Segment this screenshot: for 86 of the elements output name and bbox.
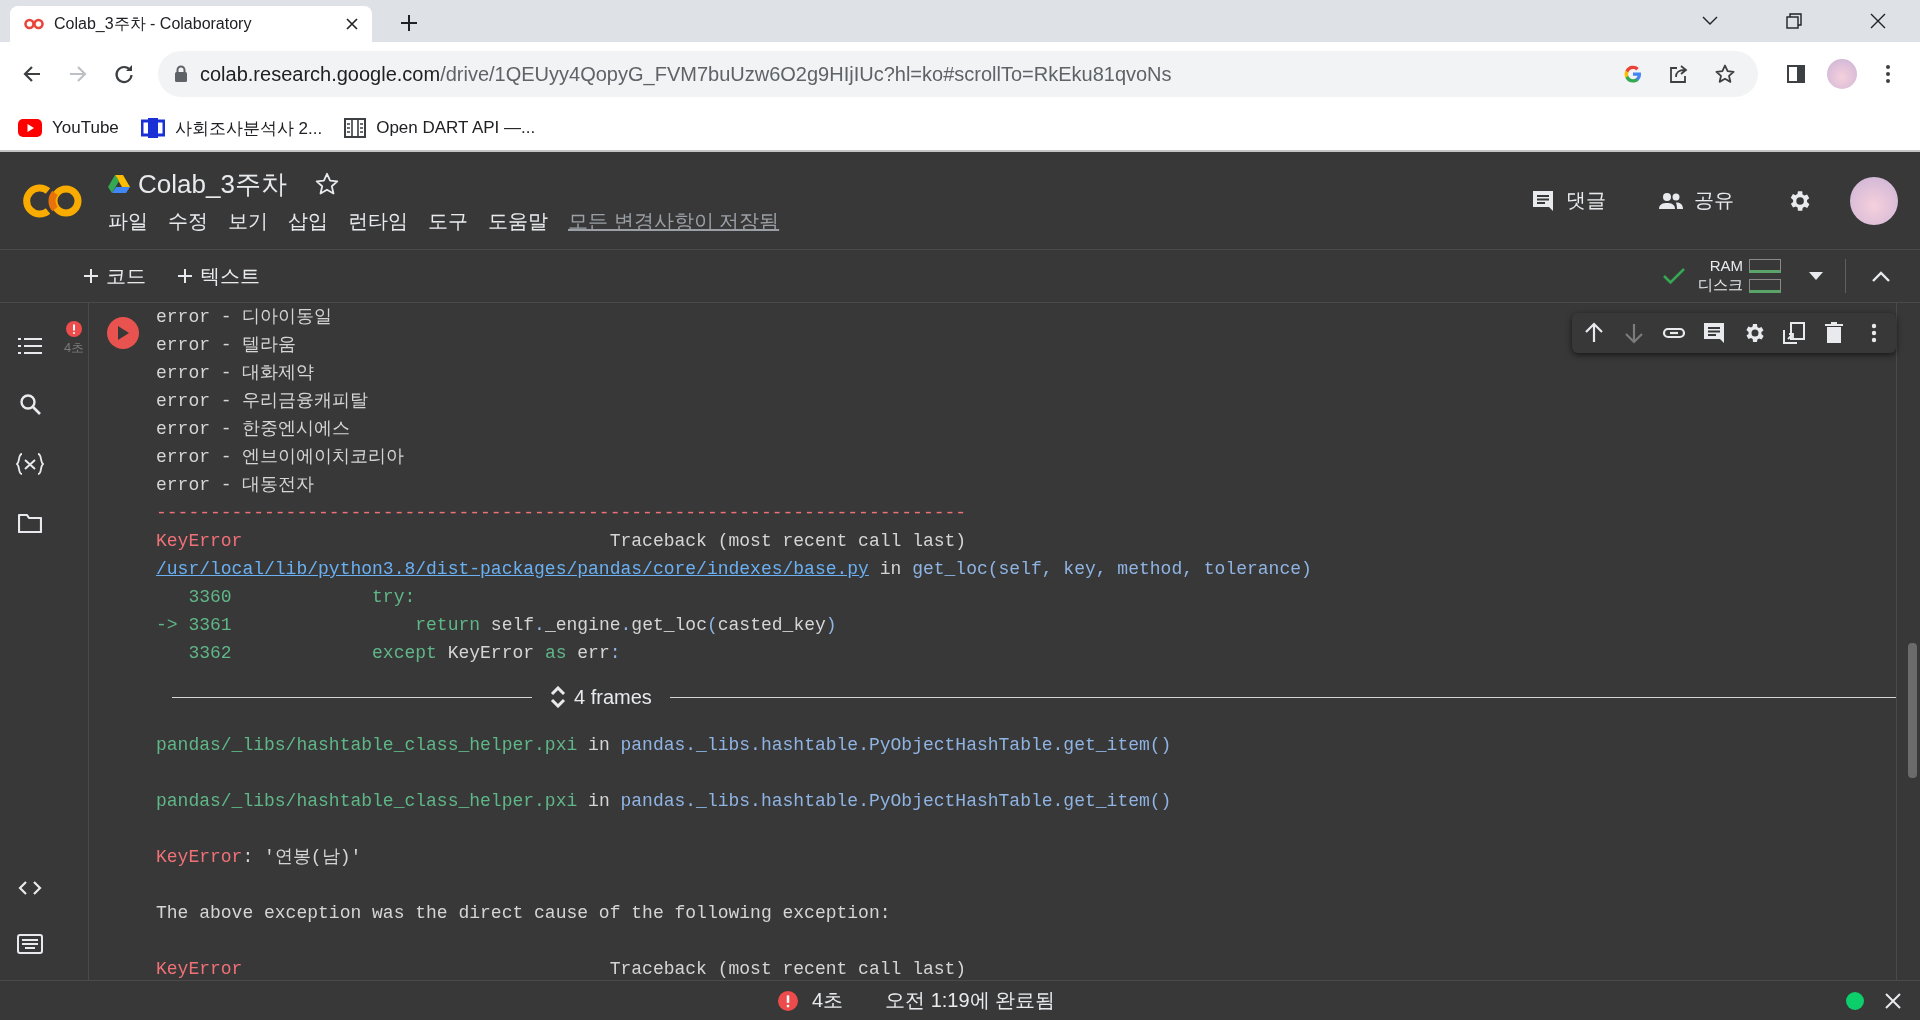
menu-item[interactable]: 도구 [428, 207, 468, 235]
comment-icon[interactable] [1530, 188, 1556, 213]
chevron-down-icon[interactable] [1702, 16, 1718, 26]
resource-label: RAM [1708, 257, 1743, 274]
run-button[interactable] [106, 317, 139, 349]
more-icon[interactable] [1885, 64, 1891, 84]
output-line: KeyError Traceback (most recent call last) [156, 530, 967, 553]
output-line: /usr/local/lib/python3.8/dist-packages/pandas/core/indexes/base.py in get_loc(self, key, method, tolerance) [156, 558, 1312, 581]
dropdown-caret-icon[interactable] [1809, 272, 1823, 280]
comment-icon[interactable] [1702, 321, 1726, 345]
plus-icon [178, 269, 192, 283]
profile-avatar[interactable] [1850, 176, 1898, 225]
search-icon[interactable] [19, 393, 41, 415]
output-line: The above exception was the direct cause of the following exception: [156, 902, 891, 925]
colab-logo-icon[interactable] [22, 182, 84, 219]
reload-icon[interactable] [113, 63, 135, 85]
usage-bar [1749, 258, 1781, 273]
scrollbar-thumb[interactable] [1908, 643, 1917, 778]
menu-item[interactable]: 수정 [168, 207, 208, 235]
output-line: error - 디아이동일 [156, 306, 333, 329]
output-line: error - 대동전자 [156, 474, 315, 497]
close-icon[interactable] [346, 18, 358, 30]
close-icon[interactable] [1870, 13, 1886, 29]
bookmark[interactable]: 사회조사분석사 2... [140, 116, 323, 140]
execution-time: 4초 [63, 339, 85, 357]
menu-item[interactable]: 런타임 [348, 207, 408, 235]
output-line: KeyError Traceback (most recent call last) [156, 958, 967, 981]
expand-icon [550, 686, 566, 708]
lock-icon [174, 65, 188, 83]
comment-button[interactable]: 댓글 [1566, 187, 1606, 214]
frames-toggle[interactable]: 4 frames [544, 685, 658, 709]
trash-icon[interactable] [1822, 321, 1846, 345]
output-line: error - 텔라움 [156, 334, 297, 357]
tab-title: Colab_3주차 - Colaboratory [54, 13, 253, 34]
menu-item[interactable]: 보기 [228, 207, 268, 235]
output-line: pandas/_libs/hashtable_class_helper.pxi in pandas._libs.hashtable.PyObjectHashTable.get_item() [156, 790, 1172, 813]
url-text: colab.research.google.com/drive/1QEUyy4QopyG_FVM7buUzw6O2g9HIjIUc?hl=ko#scrollTo=RkEku81qvoNs [200, 62, 1173, 86]
video-play-icon [18, 119, 42, 137]
output-line: 3362 except KeyError as err: [187, 642, 621, 665]
file-link[interactable]: /usr/local/lib/python3.8/dist-packages/pandas/core/indexes/base.py [156, 559, 869, 579]
chevron-up-icon[interactable] [1872, 270, 1890, 282]
output-line: -> 3361 return self._engine.get_loc(casted_key) [156, 614, 837, 637]
share-icon[interactable] [1669, 64, 1689, 84]
share-button[interactable]: 공유 [1694, 187, 1734, 214]
error-icon [778, 990, 798, 1011]
save-status-link[interactable]: 모든 변경사항이 저장됨 [568, 207, 780, 235]
folder-icon[interactable] [18, 513, 42, 533]
output-line: pandas/_libs/hashtable_class_helper.pxi in pandas._libs.hashtable.PyObjectHashTable.get_item() [156, 734, 1172, 757]
usage-bar [1749, 278, 1781, 293]
variables-icon[interactable] [16, 453, 44, 475]
check-icon [1662, 267, 1686, 285]
code-icon[interactable] [18, 880, 42, 896]
star-icon[interactable] [1715, 64, 1735, 84]
output-line: error - 대화제약 [156, 362, 315, 385]
output-line: error - 한중엔시에스 [156, 418, 351, 441]
output-line: 3360 try: [187, 586, 416, 609]
notebook-title[interactable]: Colab_3주차 [138, 166, 287, 202]
keyboard-icon[interactable] [17, 934, 43, 954]
bookmark[interactable]: Open DART API —... [344, 118, 536, 138]
menu-item[interactable]: 도움말 [488, 207, 548, 235]
output-line: error - 우리금융캐피탈 [156, 390, 369, 413]
colab-logo-icon [24, 18, 44, 30]
play-icon [116, 326, 129, 340]
plus-icon [84, 269, 98, 283]
browser-tab[interactable]: Colab_3주차 - Colaboratory [10, 6, 372, 42]
execution-time: 4초 [812, 988, 844, 1013]
restore-icon[interactable] [1786, 13, 1802, 29]
bookmark[interactable]: YouTube [18, 118, 119, 138]
add-cell-button[interactable]: 텍스트 [176, 258, 262, 294]
drive-icon [108, 174, 130, 194]
plus-icon[interactable] [400, 14, 418, 32]
output-line: --------------------------------------------------------------------------- [156, 502, 967, 525]
status-message: 오전 1:19에 완료됨 [885, 988, 1056, 1013]
menu-item[interactable]: 삽입 [288, 207, 328, 235]
error-icon [66, 321, 82, 337]
output-line: error - 엔브이에이치코리아 [156, 446, 405, 469]
mirror-cell-icon[interactable] [1782, 321, 1806, 345]
resource-label: 디스크 [1698, 276, 1743, 295]
add-cell-button[interactable]: 코드 [82, 258, 148, 294]
list-icon[interactable] [18, 337, 42, 355]
output-line: KeyError: '연봉(남)' [156, 846, 362, 869]
address-bar[interactable]: colab.research.google.com/drive/1QEUyy4QopyG_FVM7buUzw6O2g9HIjIUc?hl=ko#scrollTo=RkEku81qvoNs [158, 51, 1758, 97]
building-icon [344, 118, 367, 138]
menu-item[interactable]: 파일 [108, 207, 148, 235]
google-icon[interactable] [1623, 64, 1643, 84]
side-panel-icon[interactable] [1786, 64, 1806, 84]
